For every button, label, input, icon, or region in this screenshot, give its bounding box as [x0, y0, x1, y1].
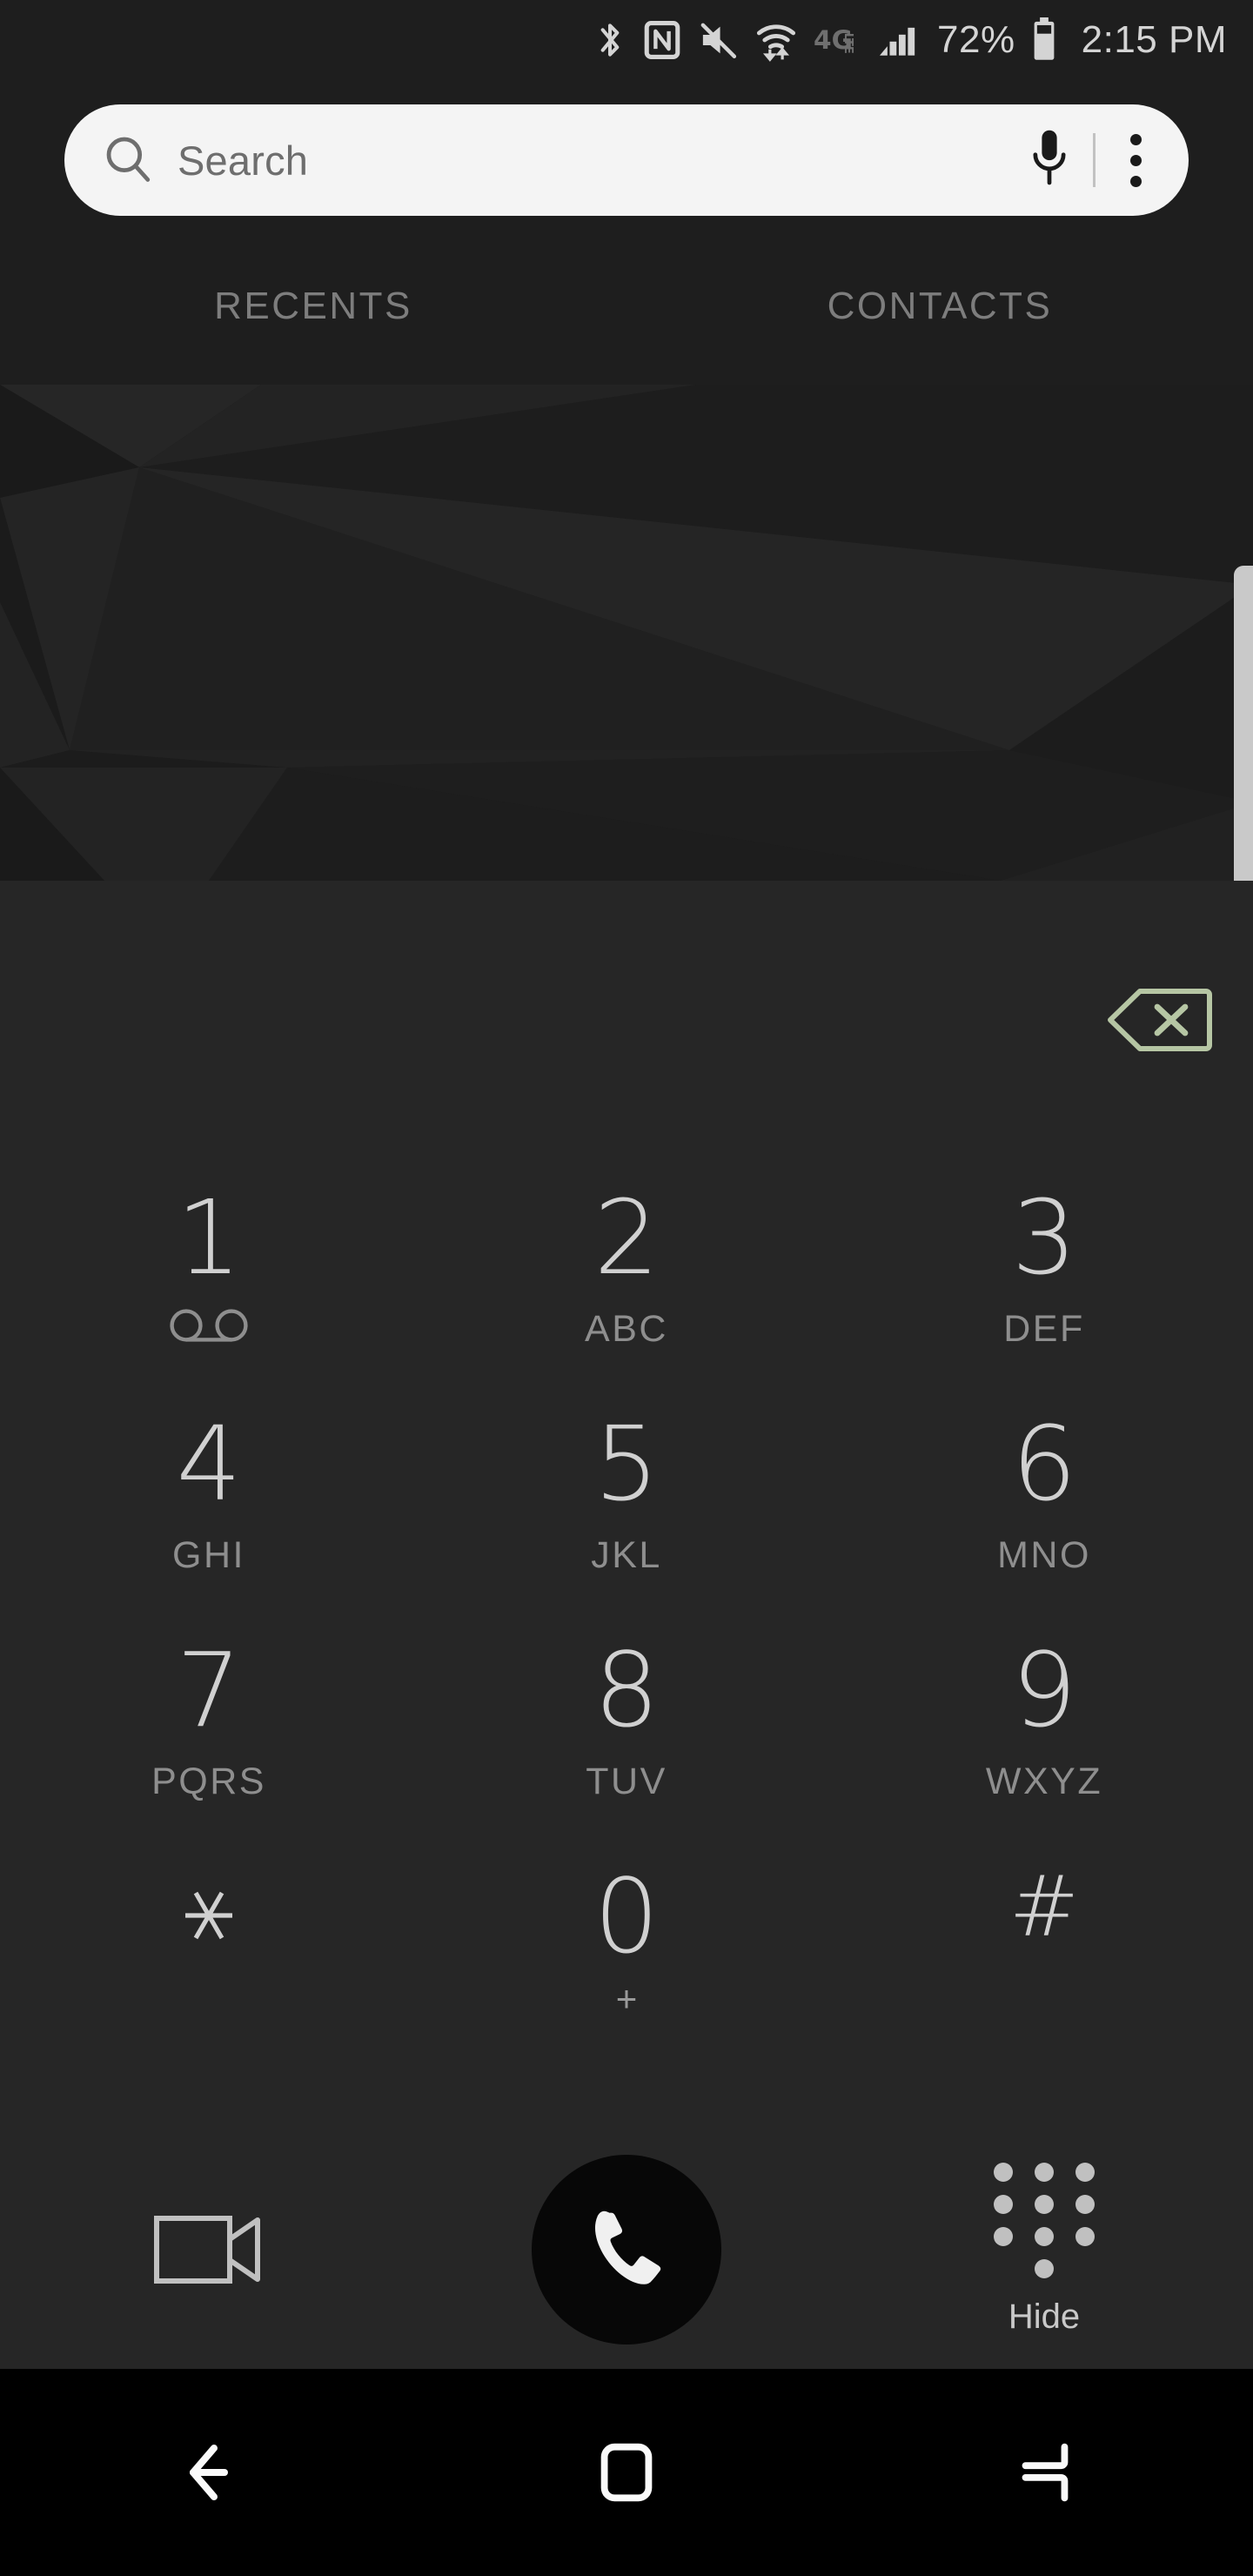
- wallpaper-pattern: [0, 385, 1253, 881]
- volume-off-icon: [697, 19, 739, 61]
- key-digit: 4: [176, 1404, 242, 1524]
- key-letters: WXYZ: [985, 1761, 1103, 1802]
- dialpad-key-hash[interactable]: #: [835, 1849, 1253, 2076]
- bluetooth-icon: [593, 19, 627, 61]
- key-letters: MNO: [997, 1534, 1091, 1576]
- dialpad-key-3[interactable]: 3 DEF: [835, 1171, 1253, 1397]
- dialpad-row: 1 2 ABC 3 DEF: [0, 1171, 1253, 1397]
- back-arrow-icon: [190, 2445, 228, 2500]
- voicemail-icon: [169, 1306, 249, 1351]
- phone-screen: 4G LTE 72% 2:15 PM Search RECENTS CONTAC…: [0, 0, 1253, 2576]
- key-digit: 8: [593, 1630, 660, 1750]
- video-call-button[interactable]: [0, 2210, 418, 2290]
- app-header: Search RECENTS CONTACTS: [0, 80, 1253, 385]
- svg-text:LTE: LTE: [841, 33, 854, 54]
- dialpad-row: 0 + #: [0, 1849, 1253, 2076]
- key-digit: 5: [593, 1404, 660, 1524]
- signal-bars-icon: [878, 20, 921, 60]
- key-digit: 2: [593, 1177, 660, 1298]
- key-letters: JKL: [591, 1534, 662, 1576]
- search-divider: [1093, 133, 1096, 187]
- phone-call-icon: [594, 2210, 661, 2284]
- backspace-button[interactable]: [1105, 988, 1213, 1052]
- status-time: 2:15 PM: [1081, 18, 1227, 61]
- hide-keypad-button[interactable]: Hide: [835, 2163, 1253, 2337]
- key-letters: GHI: [172, 1534, 245, 1576]
- key-digit: 7: [176, 1630, 242, 1750]
- recent-apps-icon: [1022, 2443, 1069, 2502]
- key-digit: 6: [1011, 1404, 1077, 1524]
- key-letters: PQRS: [151, 1761, 266, 1802]
- wallpaper-area: [0, 385, 1253, 881]
- dialpad-key-0[interactable]: 0 +: [418, 1849, 835, 2076]
- key-letters: ABC: [585, 1308, 668, 1350]
- dialpad-key-9[interactable]: 9 WXYZ: [835, 1623, 1253, 1849]
- dialpad-keys: 1 2 ABC 3 DEF 4 GHI 5 JKL 6 MNO 7 PQRS 8…: [0, 1171, 1253, 2115]
- dialpad-key-6[interactable]: 6 MNO: [835, 1397, 1253, 1623]
- key-digit: 3: [1011, 1177, 1077, 1298]
- key-digit: 9: [1011, 1630, 1077, 1750]
- nav-recents-button[interactable]: [835, 2435, 1253, 2510]
- battery-percent: 72%: [937, 18, 1015, 61]
- dialpad-key-7[interactable]: 7 PQRS: [0, 1623, 418, 1849]
- search-icon: [103, 133, 153, 188]
- dialpad-key-8[interactable]: 8 TUV: [418, 1623, 835, 1849]
- key-digit: 1: [176, 1177, 242, 1298]
- video-call-icon: [154, 2216, 260, 2284]
- key-letters: DEF: [1003, 1308, 1085, 1350]
- nfc-icon: [643, 19, 681, 61]
- dialpad-key-5[interactable]: 5 JKL: [418, 1397, 835, 1623]
- home-square-icon: [600, 2443, 653, 2502]
- tab-recents[interactable]: RECENTS: [0, 245, 626, 367]
- nav-back-button[interactable]: [0, 2431, 418, 2514]
- backspace-icon: [1108, 989, 1212, 1051]
- dialpad-key-2[interactable]: 2 ABC: [418, 1171, 835, 1397]
- key-digit: #: [1008, 1858, 1080, 1955]
- key-digit: 0: [593, 1856, 660, 1976]
- wifi-data-icon: [754, 18, 798, 62]
- overflow-menu-icon[interactable]: [1118, 133, 1154, 187]
- search-input[interactable]: Search: [178, 137, 1025, 184]
- dialpad-row: 4 GHI 5 JKL 6 MNO: [0, 1397, 1253, 1623]
- key-plus-label: +: [615, 1978, 638, 2019]
- search-bar[interactable]: Search: [64, 104, 1189, 216]
- network-4glte-icon: 4G LTE: [814, 21, 862, 59]
- asterisk-icon: [185, 1891, 232, 1940]
- action-row: Hide: [0, 2132, 1253, 2367]
- microphone-icon[interactable]: [1025, 126, 1074, 195]
- battery-icon: [1031, 17, 1057, 63]
- dialpad-key-1[interactable]: 1: [0, 1171, 418, 1397]
- tab-bar: RECENTS CONTACTS: [0, 245, 1253, 367]
- keypad-dots-icon: [994, 2163, 1095, 2278]
- navigation-bar: [0, 2369, 1253, 2576]
- call-button[interactable]: [532, 2155, 721, 2345]
- status-bar: 4G LTE 72% 2:15 PM: [0, 0, 1253, 80]
- dialpad-key-4[interactable]: 4 GHI: [0, 1397, 418, 1623]
- call-button-cell: [418, 2155, 835, 2345]
- dialpad-row: 7 PQRS 8 TUV 9 WXYZ: [0, 1623, 1253, 1849]
- key-letters: TUV: [586, 1761, 667, 1802]
- nav-home-button[interactable]: [418, 2435, 835, 2510]
- tab-contacts[interactable]: CONTACTS: [626, 245, 1253, 367]
- hide-label: Hide: [1008, 2298, 1081, 2336]
- dialpad-key-star[interactable]: [0, 1849, 418, 2076]
